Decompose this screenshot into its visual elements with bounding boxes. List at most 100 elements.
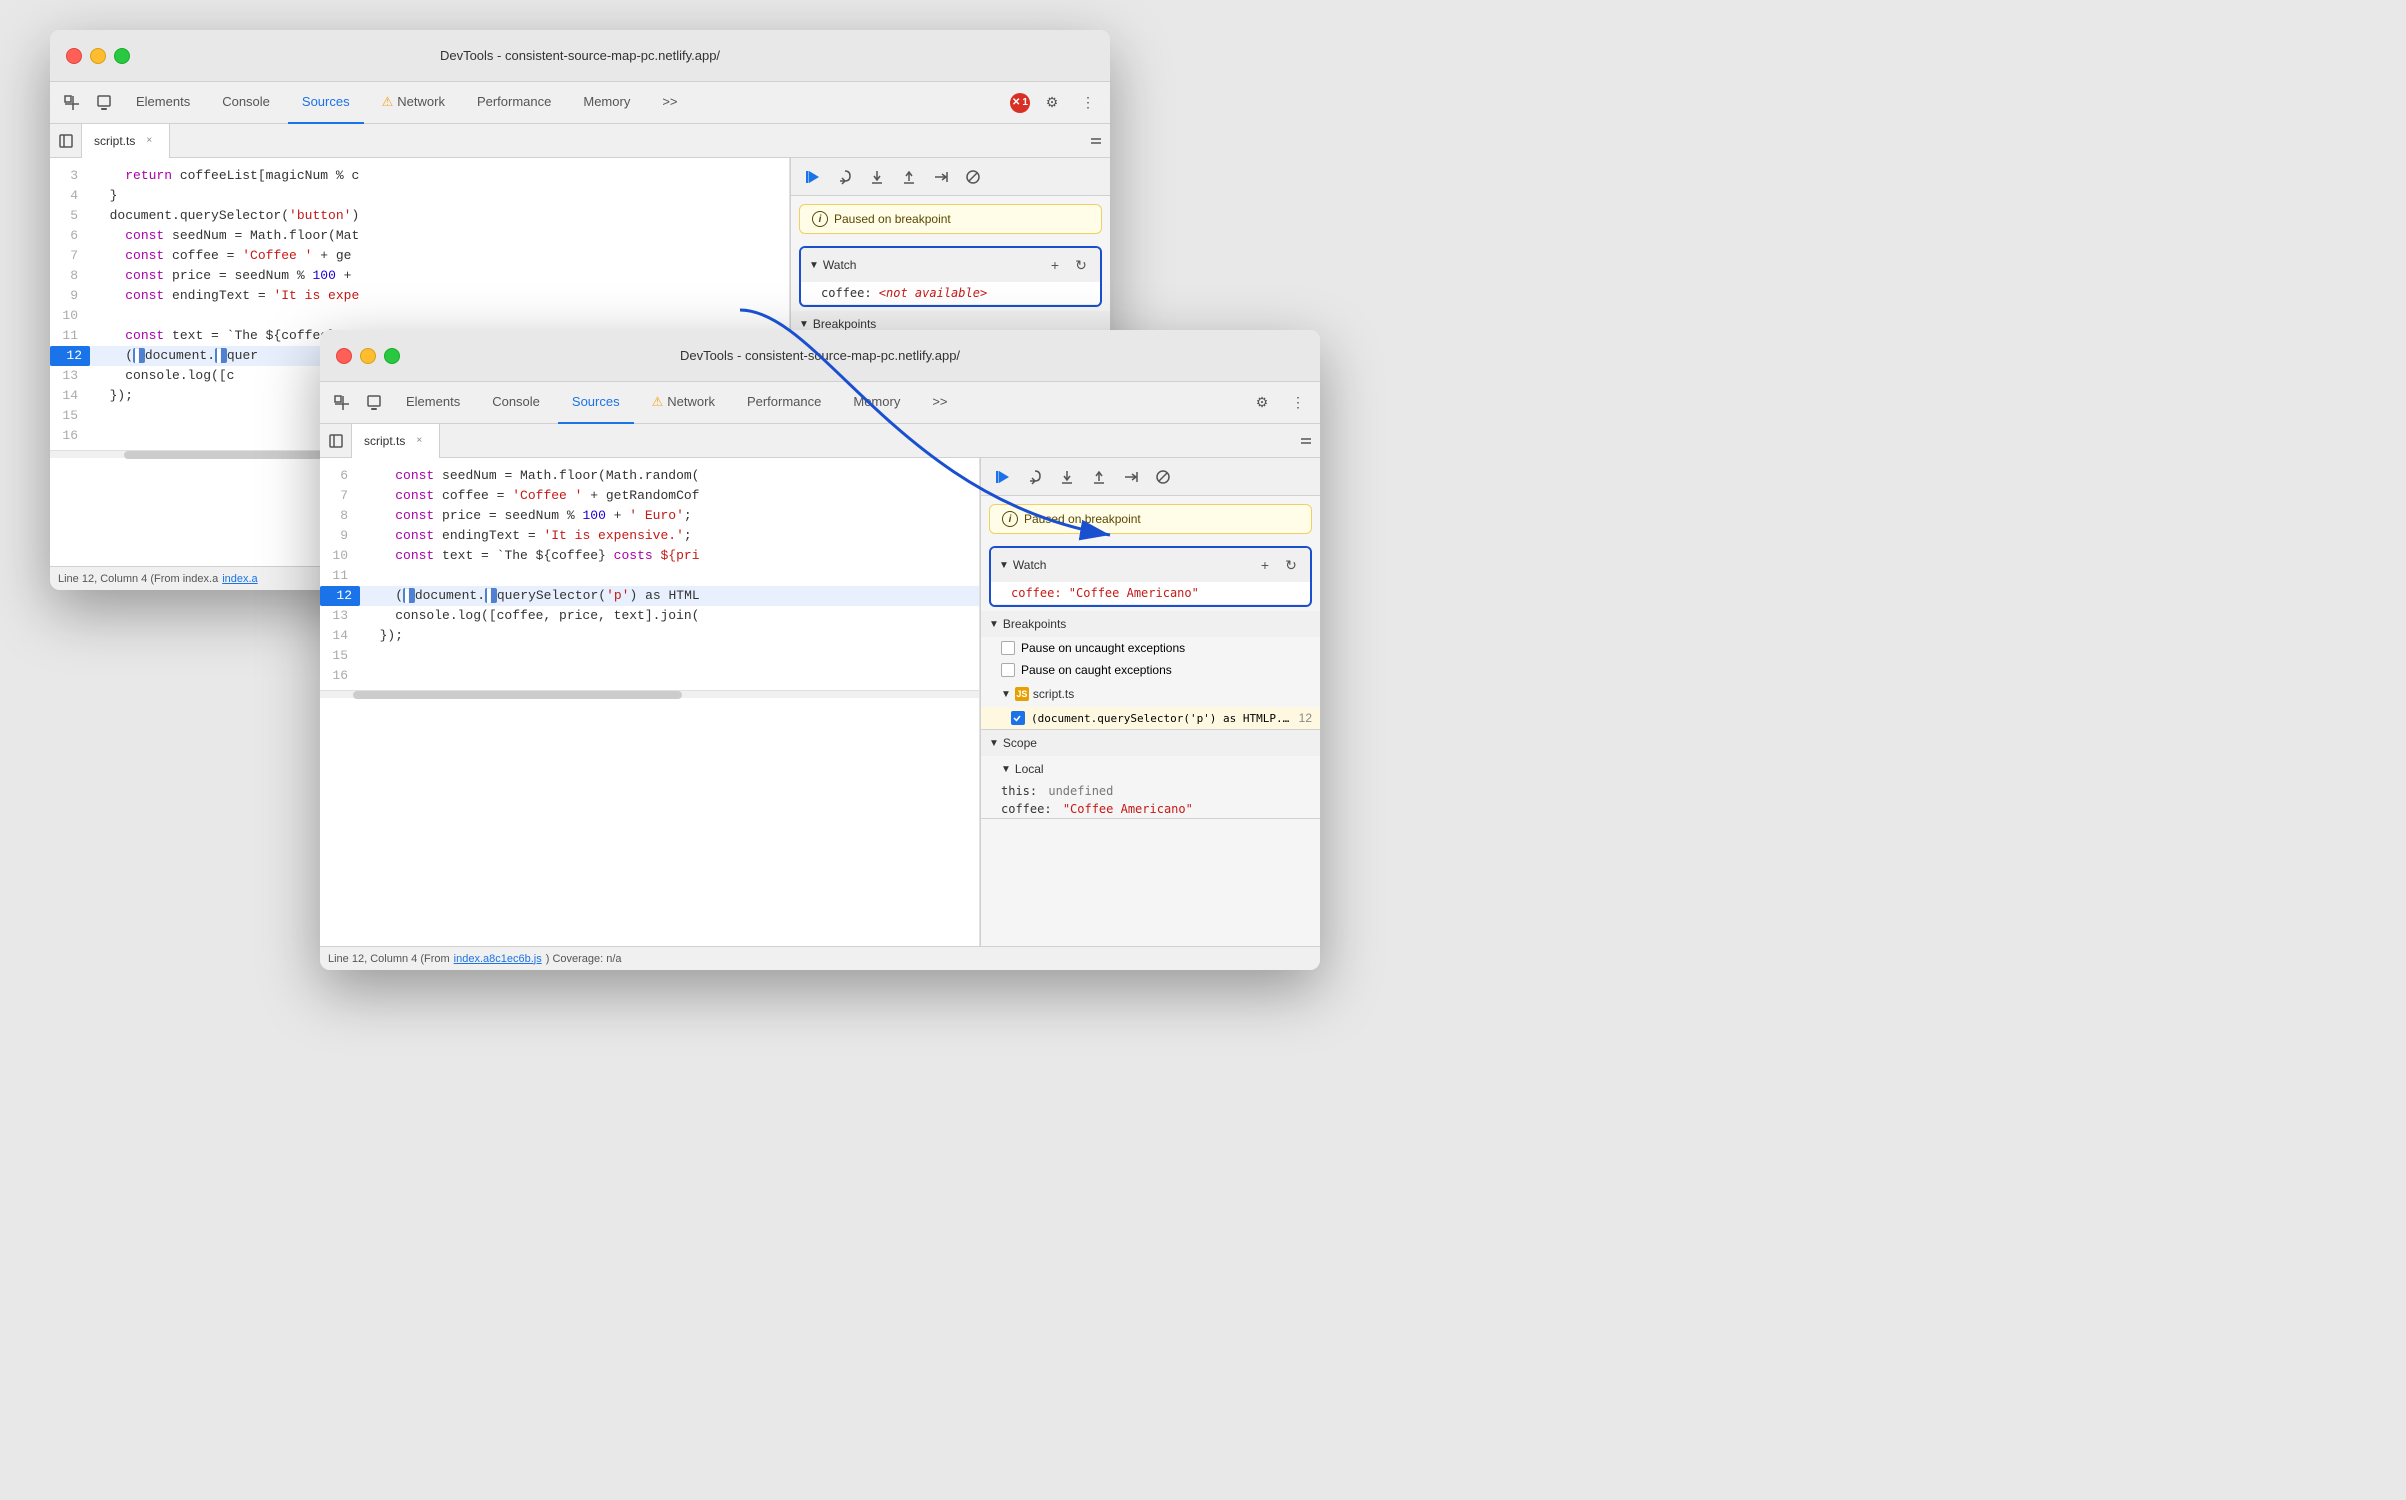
code-line-3: 3 return coffeeList[magicNum % c	[50, 166, 789, 186]
file-tab-script-1[interactable]: script.ts ×	[82, 124, 170, 158]
code-line-2-6: 6 const seedNum = Math.floor(Math.random…	[320, 466, 979, 486]
local-header-2[interactable]: ▼ Local	[981, 756, 1320, 782]
bp-line-number: 12	[1299, 711, 1312, 725]
status-text-1: Line 12, Column 4 (From index.a	[58, 573, 218, 585]
watch-panel-box-1: ▼ Watch + ↻ coffee: <not available>	[799, 246, 1102, 307]
tab-performance-1[interactable]: Performance	[463, 82, 565, 124]
tab-performance-2[interactable]: Performance	[733, 382, 835, 424]
tab-elements-2[interactable]: Elements	[392, 382, 474, 424]
watch-header-1[interactable]: ▼ Watch + ↻	[801, 248, 1100, 282]
watch-actions-1: + ↻	[1044, 254, 1092, 276]
watch-panel-box-2: ▼ Watch + ↻ coffee: "Coffee Americano"	[989, 546, 1312, 607]
paused-text-2: Paused on breakpoint	[1024, 512, 1141, 526]
inspect-icon-2[interactable]	[328, 389, 356, 417]
breakpoints-arrow-1: ▼	[799, 319, 809, 330]
deactivate-btn-2[interactable]	[1149, 463, 1177, 491]
scope-header-2[interactable]: ▼ Scope	[981, 730, 1320, 756]
bp-line-checkbox[interactable]	[1011, 711, 1025, 725]
bp-line-item: (document.querySelector('p') as HTMLP...…	[981, 707, 1320, 729]
right-panel-2: i Paused on breakpoint ▼ Watch + ↻ coffe…	[980, 458, 1320, 946]
traffic-lights-1	[66, 48, 130, 64]
pause-caught-item: Pause on caught exceptions	[981, 659, 1320, 681]
code-line-9: 9 const endingText = 'It is expe	[50, 286, 789, 306]
tab-memory-2[interactable]: Memory	[839, 382, 914, 424]
tab-memory-1[interactable]: Memory	[569, 82, 644, 124]
add-watch-btn-2[interactable]: +	[1254, 554, 1276, 576]
window-title-2: DevTools - consistent-source-map-pc.netl…	[680, 348, 960, 363]
close-button-2[interactable]	[336, 348, 352, 364]
breakpoints-header-2[interactable]: ▼ Breakpoints	[981, 611, 1320, 637]
expand-icon-1[interactable]	[1082, 127, 1110, 155]
resume-btn-2[interactable]	[989, 463, 1017, 491]
status-link-1[interactable]: index.a	[222, 573, 257, 585]
file-tab-script-2[interactable]: script.ts ×	[352, 424, 440, 458]
step-over-btn-1[interactable]	[831, 163, 859, 191]
breakpoints-label-2: Breakpoints	[1003, 617, 1066, 631]
pause-uncaught-checkbox[interactable]	[1001, 641, 1015, 655]
watch-header-2[interactable]: ▼ Watch + ↻	[991, 548, 1310, 582]
tab-console-1[interactable]: Console	[208, 82, 284, 124]
expand-icon-2[interactable]	[1292, 427, 1320, 455]
settings-icon-1[interactable]: ⚙	[1038, 89, 1066, 117]
titlebar-2: DevTools - consistent-source-map-pc.netl…	[320, 330, 1320, 382]
tab-more-1[interactable]: >>	[648, 82, 691, 124]
code-line-7: 7 const coffee = 'Coffee ' + ge	[50, 246, 789, 266]
continue-btn-2[interactable]	[1117, 463, 1145, 491]
device-icon-2[interactable]	[360, 389, 388, 417]
tab-sources-2[interactable]: Sources	[558, 382, 634, 424]
scope-label-2: Scope	[1003, 736, 1037, 750]
code-line-10: 10	[50, 306, 789, 326]
titlebar-1: DevTools - consistent-source-map-pc.netl…	[50, 30, 1110, 82]
local-label-2: Local	[1015, 762, 1044, 776]
tab-console-2[interactable]: Console	[478, 382, 554, 424]
scrollbar-thumb-2[interactable]	[353, 691, 683, 699]
close-button-1[interactable]	[66, 48, 82, 64]
tab-sources-1[interactable]: Sources	[288, 82, 364, 124]
code-line-2-15: 15	[320, 646, 979, 666]
step-out-btn-1[interactable]	[895, 163, 923, 191]
tab-network-1[interactable]: ⚠ Network	[368, 82, 459, 124]
step-out-btn-2[interactable]	[1085, 463, 1113, 491]
script-ts-group[interactable]: ▼ JS script.ts	[981, 681, 1320, 707]
deactivate-btn-1[interactable]	[959, 163, 987, 191]
add-watch-btn-1[interactable]: +	[1044, 254, 1066, 276]
device-icon[interactable]	[90, 89, 118, 117]
sidebar-toggle-1[interactable]	[50, 124, 82, 158]
more-icon-1[interactable]: ⋮	[1074, 89, 1102, 117]
warning-icon-2: ⚠	[652, 394, 664, 410]
step-into-btn-1[interactable]	[863, 163, 891, 191]
step-into-btn-2[interactable]	[1053, 463, 1081, 491]
watch-label-1: Watch	[823, 258, 857, 272]
refresh-watch-btn-2[interactable]: ↻	[1280, 554, 1302, 576]
minimize-button-2[interactable]	[360, 348, 376, 364]
more-icon-2[interactable]: ⋮	[1284, 389, 1312, 417]
code-line-4: 4 }	[50, 186, 789, 206]
file-tabs-2: script.ts ×	[320, 424, 1320, 458]
maximize-button-1[interactable]	[114, 48, 130, 64]
status-coverage-2: ) Coverage: n/a	[546, 953, 622, 965]
code-line-2-9: 9 const endingText = 'It is expensive.';	[320, 526, 979, 546]
settings-icon-2[interactable]: ⚙	[1248, 389, 1276, 417]
status-link-2[interactable]: index.a8c1ec6b.js	[454, 953, 542, 965]
step-over-btn-2[interactable]	[1021, 463, 1049, 491]
file-tab-name-1: script.ts	[94, 134, 135, 148]
resume-btn-1[interactable]	[799, 163, 827, 191]
tab-more-2[interactable]: >>	[918, 382, 961, 424]
watch-arrow-1: ▼	[809, 260, 819, 271]
maximize-button-2[interactable]	[384, 348, 400, 364]
file-tab-close-2[interactable]: ×	[411, 433, 427, 449]
horizontal-scrollbar-2[interactable]	[320, 690, 979, 698]
sidebar-toggle-2[interactable]	[320, 424, 352, 458]
file-tabs-1: script.ts ×	[50, 124, 1110, 158]
inspect-icon[interactable]	[58, 89, 86, 117]
watch-actions-2: + ↻	[1254, 554, 1302, 576]
pause-caught-checkbox[interactable]	[1001, 663, 1015, 677]
file-tab-close-1[interactable]: ×	[141, 133, 157, 149]
tab-network-2[interactable]: ⚠ Network	[638, 382, 729, 424]
refresh-watch-btn-1[interactable]: ↻	[1070, 254, 1092, 276]
code-editor-2[interactable]: 6 const seedNum = Math.floor(Math.random…	[320, 458, 980, 946]
continue-btn-1[interactable]	[927, 163, 955, 191]
minimize-button-1[interactable]	[90, 48, 106, 64]
tab-elements-1[interactable]: Elements	[122, 82, 204, 124]
devtools-body-2: 6 const seedNum = Math.floor(Math.random…	[320, 458, 1320, 946]
